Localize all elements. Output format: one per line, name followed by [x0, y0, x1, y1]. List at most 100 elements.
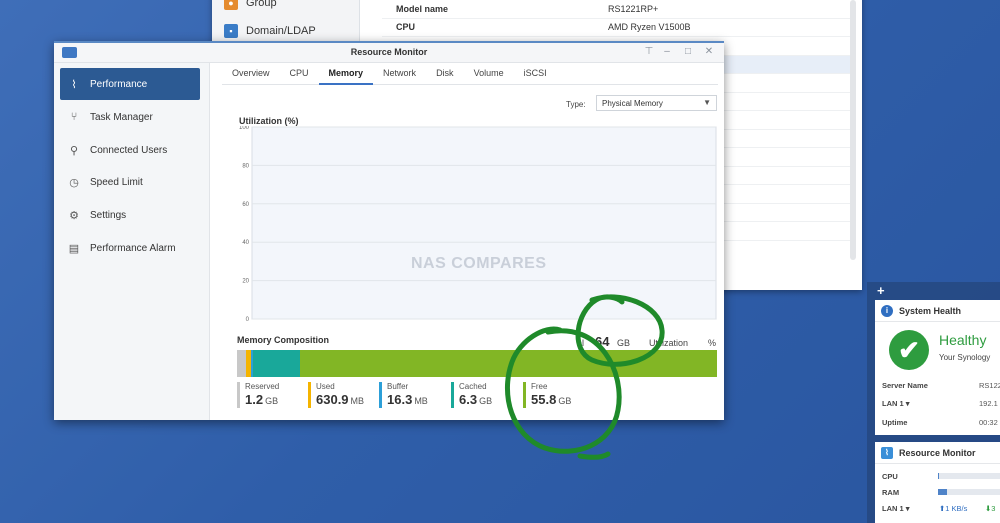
legend-name: Buffer [387, 382, 409, 391]
cpu-bar [938, 473, 1000, 479]
sidebar-item-settings[interactable]: ⚙ Settings [60, 199, 200, 231]
row-value: AMD Ryzen V1500B [608, 22, 691, 33]
ram-bar [938, 489, 1000, 495]
row-label: Uptime [882, 418, 908, 427]
domain-icon: ▪ [224, 24, 238, 38]
sidebar-item-label: Group [246, 0, 277, 9]
row-key: CPU [396, 22, 416, 33]
tab-disk[interactable]: Disk [426, 63, 464, 85]
total-unit: GB [617, 338, 631, 348]
sidebar-item-task-manager[interactable]: ⑂ Task Manager [60, 101, 200, 133]
ram-bar-fill [938, 489, 948, 495]
watermark: NAS COMPARES [411, 255, 547, 272]
table-row: Model name RS1221RP+ [382, 0, 854, 19]
lan-dropdown[interactable]: LAN 1 ▾ [882, 399, 910, 408]
close-button[interactable]: ✕ [703, 46, 715, 57]
tab-overview[interactable]: Overview [222, 63, 280, 85]
type-label: Type: [566, 100, 586, 109]
sidebar-item-label: Domain/LDAP [246, 25, 316, 37]
legend-value: 1.2 [245, 392, 264, 407]
memory-segment-cached [252, 350, 301, 377]
legend-cached: Cached 6.3 GB [451, 382, 492, 408]
gear-icon: ⚙ [69, 209, 79, 222]
sidebar-item-label: Connected Users [90, 144, 168, 156]
cpu-label: CPU [882, 472, 898, 481]
shield-icon: i [881, 304, 893, 317]
total-value: 64 [595, 334, 610, 349]
memory-segment-reserved [237, 350, 246, 377]
connected-users-icon: ⚲ [69, 144, 79, 157]
widget-title: System Health [899, 305, 962, 316]
resource-monitor-window: Resource Monitor ⊤ – □ ✕ ⌇ Performance ⑂… [54, 41, 724, 420]
legend-buffer: Buffer 16.3 MB [379, 382, 428, 408]
legend-free: Free 55.8 GB [523, 382, 571, 408]
memory-composition-title: Memory Composition [237, 335, 330, 345]
legend-value: 6.3 [459, 392, 478, 407]
check-icon: ✔ [889, 330, 929, 370]
sidebar-item-label: Task Manager [90, 111, 153, 123]
utilization-unit: % [708, 338, 717, 348]
legend-unit: MB [414, 396, 428, 406]
y-tick-label: 80 [242, 163, 249, 169]
tab-memory[interactable]: Memory [318, 63, 374, 85]
y-tick-label: 100 [239, 126, 250, 131]
sidebar-item-label: Speed Limit [90, 176, 143, 188]
utilization-label: Utilization [649, 338, 689, 348]
resource-monitor-widget: ⌇ Resource Monitor CPU RAM LAN 1 ▾ ⬆1 KB… [875, 442, 1000, 523]
sidebar-item-performance[interactable]: ⌇ Performance [60, 68, 200, 100]
tab-iscsi[interactable]: iSCSI [514, 63, 557, 85]
legend-unit: GB [265, 396, 279, 406]
sidebar-item-label: Settings [90, 209, 127, 221]
tab-bar: Overview CPU Memory Network Disk Volume … [222, 63, 718, 85]
row-value: 192.1 [979, 399, 998, 408]
legend-value: 630.9 [316, 392, 349, 407]
tab-volume[interactable]: Volume [464, 63, 514, 85]
sidebar-item-speed-limit[interactable]: ◷ Speed Limit [60, 166, 200, 198]
legend-value: 16.3 [387, 392, 413, 407]
y-tick-label: 0 [246, 317, 250, 323]
sidebar-item-label: Performance Alarm [90, 242, 176, 254]
legend-unit: GB [558, 396, 572, 406]
widget-title: Resource Monitor [899, 447, 976, 458]
row-value: RS122 [979, 381, 1000, 390]
speed-limit-icon: ◷ [69, 176, 79, 189]
maximize-button[interactable]: □ [682, 46, 694, 57]
y-tick-label: 60 [242, 202, 249, 208]
window-title: Resource Monitor [350, 47, 428, 57]
legend-used: Used 630.9 MB [308, 382, 364, 408]
lan-dropdown[interactable]: LAN 1 ▾ [882, 504, 910, 513]
sidebar: ⌇ Performance ⑂ Task Manager ⚲ Connected… [54, 63, 210, 420]
sidebar-item-domain-ldap[interactable]: ▪ Domain/LDAP [224, 24, 316, 38]
title-bar[interactable]: Resource Monitor ⊤ – □ ✕ [54, 43, 724, 63]
tab-cpu[interactable]: CPU [280, 63, 319, 85]
utilization-chart: 0 20 40 60 80 100 [239, 126, 719, 323]
memory-segment-free [300, 350, 717, 377]
legend-name: Free [531, 382, 548, 391]
legend-name: Used [316, 382, 335, 391]
chart-title: Utilization (%) [239, 116, 299, 126]
health-status: Healthy [939, 332, 987, 348]
alarm-icon: ▤ [68, 242, 80, 255]
lan-download: ⬇3 [985, 504, 996, 513]
legend-value: 55.8 [531, 392, 557, 407]
minimize-button[interactable]: – [661, 46, 673, 57]
sidebar-item-label: Performance [90, 78, 148, 90]
sidebar-item-connected-users[interactable]: ⚲ Connected Users [60, 134, 200, 166]
row-key: Model name [396, 3, 449, 14]
cpu-bar-fill [938, 473, 940, 479]
group-icon: ● [224, 0, 238, 10]
memory-composition-bar [237, 350, 717, 377]
legend-reserved: Reserved 1.2 GB [237, 382, 279, 408]
performance-icon: ⌇ [71, 78, 77, 91]
task-manager-icon: ⑂ [70, 111, 78, 123]
pin-icon[interactable]: ⊤ [643, 46, 655, 57]
scrollbar[interactable] [850, 0, 856, 260]
add-widget-button[interactable]: + [877, 283, 885, 298]
sidebar-item-performance-alarm[interactable]: ▤ Performance Alarm [60, 232, 200, 264]
row-value: 00:32 [979, 418, 998, 427]
type-select[interactable]: Physical Memory ▼ [596, 95, 717, 111]
sidebar-item-group[interactable]: ● Group [224, 0, 277, 10]
tab-network[interactable]: Network [373, 63, 426, 85]
type-select-value: Physical Memory [602, 99, 663, 108]
chart-svg: 0 20 40 60 80 100 [239, 126, 717, 323]
